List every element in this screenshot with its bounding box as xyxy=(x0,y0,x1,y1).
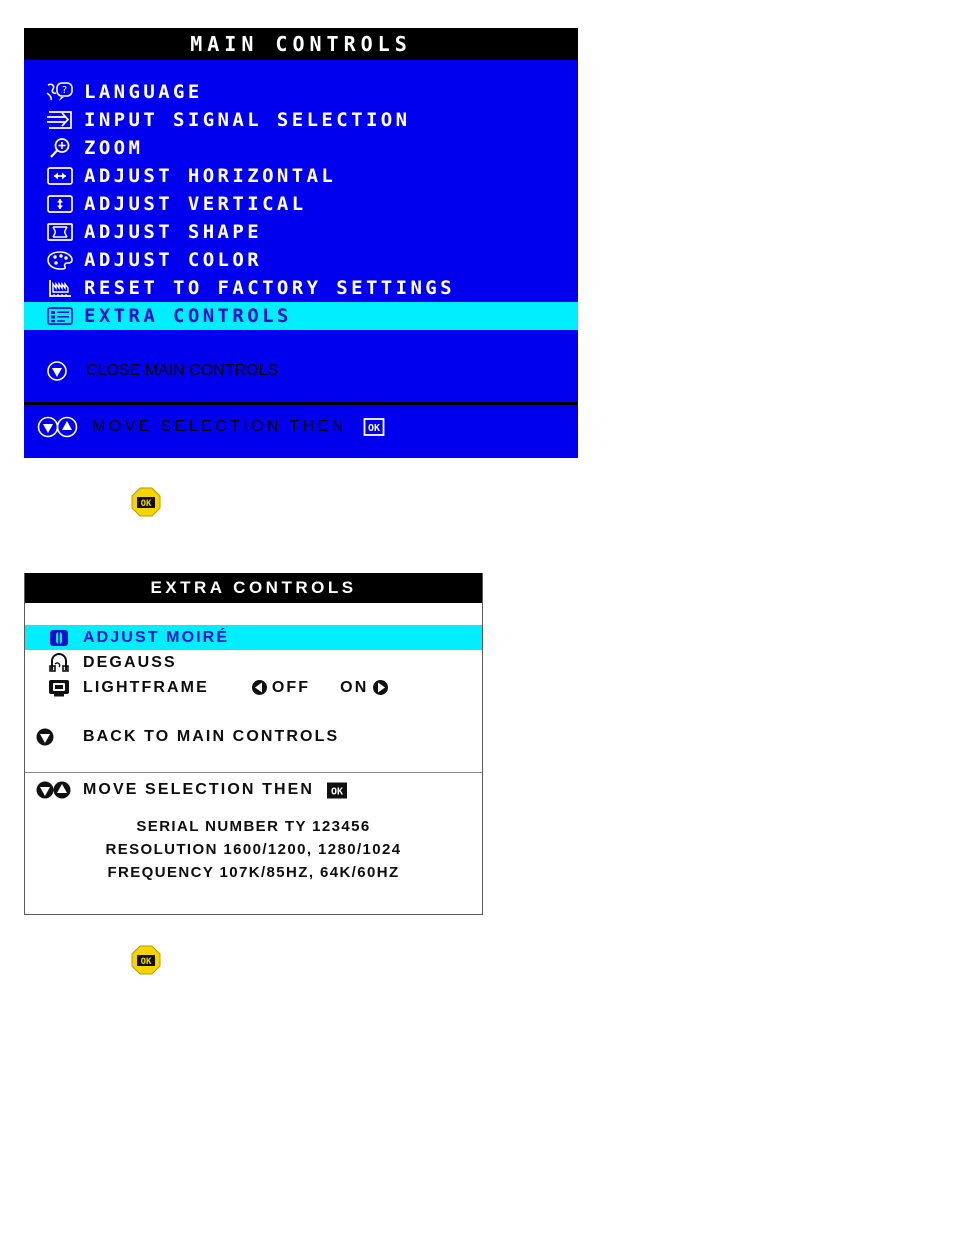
down-triangle-icon xyxy=(35,727,83,747)
factory-reset-icon xyxy=(36,277,84,299)
menu-item-adjust-horizontal[interactable]: ADJUST HORIZONTAL xyxy=(24,162,578,190)
horizontal-arrows-icon xyxy=(36,165,84,187)
lightframe-off-option[interactable]: OFF xyxy=(251,679,310,697)
menu-item-label: RESET TO FACTORY SETTINGS xyxy=(84,277,455,299)
menu-item-language[interactable]: ? LANGUAGE xyxy=(24,78,578,106)
menu-item-label: ADJUST COLOR xyxy=(84,249,263,271)
close-main-controls-item[interactable]: CLOSE MAIN CONTROLS xyxy=(24,356,578,386)
menu-item-adjust-moire[interactable]: ADJUST MOIRÉ xyxy=(25,625,482,650)
extra-controls-menu-list: ADJUST MOIRÉ DEGAUSS LIGHTFRAME OFF ON B… xyxy=(25,603,482,750)
move-selection-label: MOVE SELECTION THEN xyxy=(83,781,315,798)
moire-icon xyxy=(35,628,83,648)
down-up-triangle-icons xyxy=(35,780,83,800)
extra-controls-move-row: MOVE SELECTION THEN OK xyxy=(25,773,482,807)
menu-item-label: LIGHTFRAME xyxy=(83,678,209,696)
color-palette-icon xyxy=(36,249,84,271)
close-main-controls-label: CLOSE MAIN CONTROLS xyxy=(86,362,279,379)
extra-controls-icon xyxy=(36,305,84,327)
menu-item-degauss[interactable]: DEGAUSS xyxy=(25,650,482,675)
menu-item-label: EXTRA CONTROLS xyxy=(84,305,292,327)
main-controls-osd-panel: MAIN CONTROLS ? LANGUAGE INPUT SIGNAL SE… xyxy=(24,28,578,458)
main-controls-title-bar: MAIN CONTROLS xyxy=(24,28,578,60)
menu-item-label: DEGAUSS xyxy=(83,653,177,671)
input-signal-icon xyxy=(36,109,84,131)
lightframe-options: OFF ON xyxy=(251,679,390,697)
ok-key-icon: OK xyxy=(363,417,385,437)
ok-badge-label: OK xyxy=(141,499,152,509)
menu-item-label: INPUT SIGNAL SELECTION xyxy=(84,109,411,131)
svg-text:?: ? xyxy=(62,85,67,96)
menu-item-reset-to-factory-settings[interactable]: RESET TO FACTORY SETTINGS xyxy=(24,274,578,302)
lightframe-on-option[interactable]: ON xyxy=(340,679,389,697)
menu-item-label: ADJUST SHAPE xyxy=(84,221,263,243)
menu-item-label: ADJUST VERTICAL xyxy=(84,193,307,215)
down-triangle-icon xyxy=(46,360,86,382)
zoom-magnifier-icon xyxy=(36,137,84,159)
menu-item-input-signal-selection[interactable]: INPUT SIGNAL SELECTION xyxy=(24,106,578,134)
menu-item-adjust-shape[interactable]: ADJUST SHAPE xyxy=(24,218,578,246)
down-up-triangle-icons xyxy=(36,415,92,439)
main-controls-menu-list: ? LANGUAGE INPUT SIGNAL SELECTION ZOOM A… xyxy=(24,60,578,386)
ok-button-badge[interactable]: OK xyxy=(130,944,162,976)
back-to-main-controls-label: BACK TO MAIN CONTROLS xyxy=(83,728,340,745)
svg-text:OK: OK xyxy=(331,786,343,797)
resolution-line: RESOLUTION 1600/1200, 1280/1024 xyxy=(105,841,402,858)
left-arrow-icon[interactable] xyxy=(251,679,268,696)
language-icon: ? xyxy=(36,81,84,103)
degauss-icon xyxy=(35,652,83,673)
lightframe-on-label: ON xyxy=(340,678,369,696)
serial-number-line: SERIAL NUMBER TY 123456 xyxy=(136,818,371,835)
frequency-line: FREQUENCY 107K/85HZ, 64K/60HZ xyxy=(107,864,400,881)
back-to-main-controls-item[interactable]: BACK TO MAIN CONTROLS xyxy=(25,724,482,750)
vertical-arrows-icon xyxy=(36,193,84,215)
main-controls-title: MAIN CONTROLS xyxy=(190,32,412,56)
menu-item-lightframe[interactable]: LIGHTFRAME OFF ON xyxy=(25,675,482,700)
menu-item-extra-controls[interactable]: EXTRA CONTROLS xyxy=(24,302,578,330)
lightframe-off-label: OFF xyxy=(271,678,311,696)
ok-badge-label: OK xyxy=(141,957,152,967)
main-controls-footer: MOVE SELECTION THEN OK xyxy=(24,405,578,449)
move-selection-label: MOVE SELECTION THEN xyxy=(92,418,347,435)
menu-item-label: ADJUST HORIZONTAL xyxy=(84,165,337,187)
right-arrow-icon[interactable] xyxy=(372,679,389,696)
shape-pincushion-icon xyxy=(36,221,84,243)
ok-key-icon: OK xyxy=(326,781,348,800)
menu-item-adjust-vertical[interactable]: ADJUST VERTICAL xyxy=(24,190,578,218)
extra-controls-osd-panel: EXTRA CONTROLS ADJUST MOIRÉ DEGAUSS LIGH… xyxy=(24,573,483,915)
lightframe-icon xyxy=(35,678,83,698)
menu-item-label: ZOOM xyxy=(84,137,144,159)
menu-item-label: ADJUST MOIRÉ xyxy=(83,628,230,646)
ok-button-badge[interactable]: OK xyxy=(130,486,162,518)
svg-text:OK: OK xyxy=(368,423,380,434)
extra-controls-title: EXTRA CONTROLS xyxy=(150,578,357,597)
menu-item-zoom[interactable]: ZOOM xyxy=(24,134,578,162)
menu-item-adjust-color[interactable]: ADJUST COLOR xyxy=(24,246,578,274)
menu-item-label: LANGUAGE xyxy=(84,81,203,103)
monitor-info-block: SERIAL NUMBER TY 123456 RESOLUTION 1600/… xyxy=(25,807,482,884)
extra-controls-title-bar: EXTRA CONTROLS xyxy=(25,573,482,603)
